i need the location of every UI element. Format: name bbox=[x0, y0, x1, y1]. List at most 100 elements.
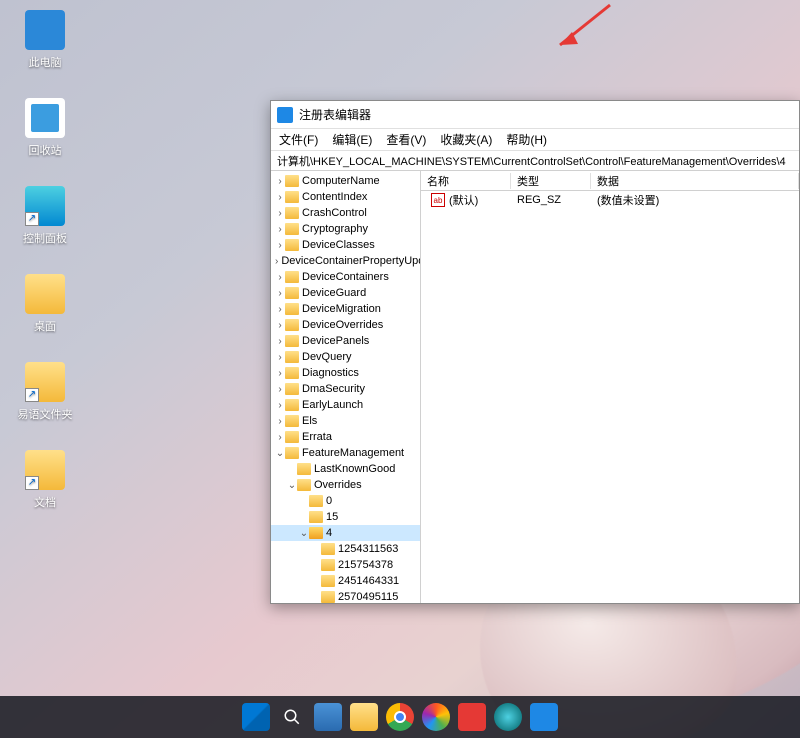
folder-icon bbox=[285, 383, 299, 395]
desktop-icon-bin[interactable]: 回收站 bbox=[10, 98, 80, 158]
tree-item-label: DevQuery bbox=[302, 351, 352, 363]
folder-icon bbox=[321, 575, 335, 587]
tree-item-label: 4 bbox=[326, 527, 332, 539]
chevron-right-icon[interactable]: › bbox=[275, 240, 285, 251]
chevron-right-icon[interactable]: › bbox=[275, 432, 285, 443]
taskbar-app-icon[interactable] bbox=[530, 703, 558, 731]
tree-item[interactable]: LastKnownGood bbox=[271, 461, 420, 477]
tree-item[interactable]: ›DeviceContainers bbox=[271, 269, 420, 285]
folder-icon bbox=[285, 335, 299, 347]
chevron-right-icon[interactable]: › bbox=[275, 208, 285, 219]
chevron-right-icon[interactable]: › bbox=[275, 288, 285, 299]
folder-icon bbox=[285, 447, 299, 459]
tree-item[interactable]: ›Els bbox=[271, 413, 420, 429]
chevron-right-icon[interactable]: › bbox=[275, 400, 285, 411]
folder-icon bbox=[285, 271, 299, 283]
desktop-icon-label: 易语文件夹 bbox=[18, 406, 73, 422]
col-header-name[interactable]: 名称 bbox=[421, 173, 511, 189]
folder-icon: ↗ bbox=[25, 362, 65, 402]
tree-item[interactable]: › DevQuery bbox=[271, 349, 420, 365]
values-pane[interactable]: 名称 类型 数据 ab(默认)REG_SZ(数值未设置) bbox=[421, 171, 799, 603]
chevron-down-icon[interactable]: ⌄ bbox=[287, 480, 297, 491]
chevron-right-icon[interactable]: › bbox=[275, 416, 285, 427]
tree-item-label: DeviceClasses bbox=[302, 239, 375, 251]
col-header-type[interactable]: 类型 bbox=[511, 173, 591, 189]
desktop-icon-folder[interactable]: ↗文档 bbox=[10, 450, 80, 510]
desktop-icon-label: 回收站 bbox=[29, 142, 62, 158]
tree-pane[interactable]: ›ComputerName›ContentIndex›CrashControl›… bbox=[271, 171, 421, 603]
tree-item-label: EarlyLaunch bbox=[302, 399, 363, 411]
folder-icon bbox=[285, 303, 299, 315]
chevron-right-icon[interactable]: › bbox=[275, 176, 285, 187]
tree-item[interactable]: 15 bbox=[271, 509, 420, 525]
chevron-right-icon[interactable]: › bbox=[275, 224, 285, 235]
tree-item[interactable]: 215754378 bbox=[271, 557, 420, 573]
taskbar-search-icon[interactable] bbox=[278, 703, 306, 731]
tree-item[interactable]: ⌄4 bbox=[271, 525, 420, 541]
menu-favorites[interactable]: 收藏夹(A) bbox=[440, 131, 492, 148]
tree-item[interactable]: 2451464331 bbox=[271, 573, 420, 589]
task-view-icon[interactable] bbox=[314, 703, 342, 731]
tree-item-label: 15 bbox=[326, 511, 338, 523]
chrome-icon[interactable] bbox=[386, 703, 414, 731]
chevron-right-icon[interactable]: › bbox=[275, 272, 285, 283]
value-row[interactable]: ab(默认)REG_SZ(数值未设置) bbox=[421, 191, 799, 209]
chevron-right-icon[interactable]: › bbox=[275, 384, 285, 395]
folder-icon bbox=[321, 591, 335, 603]
chevron-down-icon[interactable]: ⌄ bbox=[299, 528, 309, 539]
tree-item[interactable]: ›Cryptography bbox=[271, 221, 420, 237]
titlebar[interactable]: 注册表编辑器 bbox=[271, 101, 799, 129]
bin-icon bbox=[25, 98, 65, 138]
menu-help[interactable]: 帮助(H) bbox=[506, 131, 547, 148]
folder-icon bbox=[285, 367, 299, 379]
chevron-down-icon[interactable]: ⌄ bbox=[275, 448, 285, 459]
tree-item[interactable]: › EarlyLaunch bbox=[271, 397, 420, 413]
folder-icon bbox=[321, 543, 335, 555]
tree-item[interactable]: 2570495115 bbox=[271, 589, 420, 603]
tree-item[interactable]: ⌄FeatureManagement bbox=[271, 445, 420, 461]
tree-item-label: DeviceMigration bbox=[302, 303, 381, 315]
menu-file[interactable]: 文件(F) bbox=[279, 131, 318, 148]
tree-item[interactable]: 1254311563 bbox=[271, 541, 420, 557]
desktop-icon-label: 此电脑 bbox=[29, 54, 62, 70]
tree-item[interactable]: ›DevicePanels bbox=[271, 333, 420, 349]
taskbar-app-icon[interactable] bbox=[458, 703, 486, 731]
folder-icon bbox=[285, 239, 299, 251]
col-header-data[interactable]: 数据 bbox=[591, 173, 799, 189]
menu-view[interactable]: 查看(V) bbox=[386, 131, 426, 148]
chevron-right-icon[interactable]: › bbox=[275, 256, 278, 267]
tree-item[interactable]: ›DmaSecurity bbox=[271, 381, 420, 397]
taskbar-app-icon[interactable] bbox=[494, 703, 522, 731]
chevron-right-icon[interactable]: › bbox=[275, 352, 285, 363]
chevron-right-icon[interactable]: › bbox=[275, 320, 285, 331]
desktop-icon-pc[interactable]: 此电脑 bbox=[10, 10, 80, 70]
desktop-icon-cpl[interactable]: ↗控制面板 bbox=[10, 186, 80, 246]
shortcut-arrow-icon: ↗ bbox=[25, 212, 39, 226]
tree-item[interactable]: › DeviceClasses bbox=[271, 237, 420, 253]
tree-item[interactable]: ›ContentIndex bbox=[271, 189, 420, 205]
address-bar[interactable]: 计算机\HKEY_LOCAL_MACHINE\SYSTEM\CurrentCon… bbox=[271, 151, 799, 171]
tree-item[interactable]: ⌄Overrides bbox=[271, 477, 420, 493]
chevron-right-icon[interactable]: › bbox=[275, 368, 285, 379]
chevron-right-icon[interactable]: › bbox=[275, 304, 285, 315]
start-button[interactable] bbox=[242, 703, 270, 731]
file-explorer-icon[interactable] bbox=[350, 703, 378, 731]
tree-item[interactable]: ›DeviceGuard bbox=[271, 285, 420, 301]
desktop-icon-folder[interactable]: 桌面 bbox=[10, 274, 80, 334]
tree-item-label: 2451464331 bbox=[338, 575, 399, 587]
tree-item[interactable]: ›Errata bbox=[271, 429, 420, 445]
tree-item[interactable]: 0 bbox=[271, 493, 420, 509]
menu-edit[interactable]: 编辑(E) bbox=[332, 131, 372, 148]
tree-item[interactable]: ›DeviceOverrides bbox=[271, 317, 420, 333]
desktop-icon-folder[interactable]: ↗ 易语文件夹 bbox=[10, 362, 80, 422]
chevron-right-icon[interactable]: › bbox=[275, 336, 285, 347]
folder-icon bbox=[285, 351, 299, 363]
tree-item-label: Diagnostics bbox=[302, 367, 359, 379]
tree-item[interactable]: ›CrashControl bbox=[271, 205, 420, 221]
tree-item[interactable]: › Diagnostics bbox=[271, 365, 420, 381]
chevron-right-icon[interactable]: › bbox=[275, 192, 285, 203]
tree-item[interactable]: ›DeviceContainerPropertyUpda bbox=[271, 253, 420, 269]
tree-item[interactable]: › DeviceMigration bbox=[271, 301, 420, 317]
taskbar-app-icon[interactable] bbox=[422, 703, 450, 731]
tree-item[interactable]: ›ComputerName bbox=[271, 173, 420, 189]
